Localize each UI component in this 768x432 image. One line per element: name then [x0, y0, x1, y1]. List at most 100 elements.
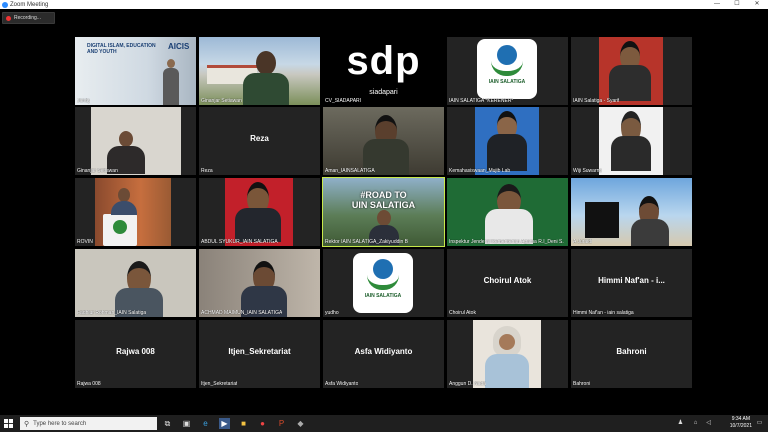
- participant-tile[interactable]: Asfa Widiyanto Asfa Widiyanto: [323, 320, 444, 388]
- participant-name: Fadhlur Rohman_IAIN Salatiga: [77, 310, 147, 316]
- network-icon[interactable]: ⌂: [690, 418, 701, 429]
- search-icon: ⚲: [24, 420, 30, 428]
- podium-logo-icon: [113, 220, 127, 234]
- participant-name: Himmi Naf'an - iain salatiga: [573, 310, 634, 316]
- participant-name: Rektor IAIN SALATIGA_Zakiyuddin B: [325, 239, 408, 245]
- participant-name: yudho: [325, 310, 339, 316]
- sdp-logo-subtitle: siadapari: [369, 89, 398, 96]
- kaaba-background: [585, 202, 619, 238]
- windows-start-icon[interactable]: [4, 419, 13, 428]
- maximize-button[interactable]: ☐: [730, 0, 744, 9]
- windows-taskbar: ⚲ Type here to search ⧉ ▣ e ▶ ■ ● P ◆ ♟ …: [0, 415, 768, 432]
- participant-tile[interactable]: Reza Reza: [199, 107, 320, 175]
- zoom-taskbar-icon[interactable]: ▶: [219, 418, 230, 429]
- podium: [103, 214, 137, 246]
- chrome-icon[interactable]: ●: [257, 418, 268, 429]
- participant-name: Itjen_Sekretariat: [201, 381, 238, 387]
- slide-title: AICIS: [168, 42, 190, 51]
- sdp-logo: sdp: [346, 39, 421, 83]
- participant-display-name: Itjen_Sekretariat: [228, 347, 291, 356]
- participant-tile[interactable]: DIGITAL ISLAM, EDUCATION AND YOUTH AICIS…: [75, 37, 196, 105]
- participant-tile[interactable]: IAIN SALATIGA IAIN SALATIGA *KERENER*: [447, 37, 568, 105]
- participant-name: IAIN Salatiga - Syarif: [573, 98, 620, 104]
- participant-tile[interactable]: Choirul Atok Choirul Atok: [447, 249, 568, 317]
- iain-logo: IAIN SALATIGA: [477, 39, 537, 99]
- participant-display-name: Choirul Atok: [483, 276, 532, 285]
- banner-line-2: UIN SALATIGA: [351, 200, 416, 210]
- participant-tile[interactable]: ROVIN: [75, 178, 196, 246]
- participant-name: Kemahasiswaan_Mujib Lab: [449, 168, 511, 174]
- participant-tile[interactable]: Wiji Suwarno: [571, 107, 692, 175]
- file-explorer-icon[interactable]: ▣: [181, 418, 192, 429]
- participant-tile[interactable]: Aman_IAINSALATIGA: [323, 107, 444, 175]
- participant-name: CV_SIADAPARI: [325, 98, 362, 104]
- participant-name: Aman_IAINSALATIGA: [325, 168, 375, 174]
- wreath-icon: [367, 275, 399, 290]
- participant-tile[interactable]: Ginanjar Setiawan Ginanjar Setiawan: [75, 107, 196, 175]
- participant-tile-active-speaker[interactable]: #ROAD TO UIN SALATIGA Rektor IAIN SALATI…: [322, 177, 445, 247]
- folder-icon[interactable]: ■: [238, 418, 249, 429]
- notification-icon[interactable]: ▭: [754, 418, 765, 429]
- participant-tile[interactable]: Fadhlur Rohman_IAIN Salatiga: [75, 249, 196, 317]
- participant-tile[interactable]: Kemahasiswaan_Mujib Lab: [447, 107, 568, 175]
- participant-tile[interactable]: A Juraidi: [571, 178, 692, 246]
- recording-label: Recording...: [14, 15, 41, 21]
- participant-display-name: Himmi Naf'an - i...: [598, 276, 665, 285]
- wreath-icon: [491, 61, 523, 76]
- app-icon[interactable]: ◆: [295, 418, 306, 429]
- minimize-button[interactable]: —: [710, 0, 724, 9]
- participant-name: Ginanjar Setiawan: [77, 168, 118, 174]
- close-button[interactable]: ✕: [750, 0, 764, 9]
- taskbar-search-input[interactable]: ⚲ Type here to search: [20, 417, 157, 430]
- volume-icon[interactable]: ◁: [703, 418, 714, 429]
- search-placeholder: Type here to search: [33, 420, 87, 427]
- window-titlebar: Zoom Meeting — ☐ ✕: [0, 0, 768, 9]
- participant-name: Choirul Atok: [449, 310, 476, 316]
- zoom-app-icon: [2, 1, 8, 8]
- recording-indicator[interactable]: Recording...: [2, 12, 55, 24]
- participant-name: Reza: [201, 168, 213, 174]
- logo-text: IAIN SALATIGA: [488, 79, 526, 85]
- participant-tile[interactable]: Rajwa 008 Rajwa 008: [75, 320, 196, 388]
- window-title: Zoom Meeting: [10, 1, 49, 8]
- participant-tile[interactable]: sdp siadapari CV_SIADAPARI: [323, 37, 444, 105]
- participant-tile[interactable]: Bahroni Bahroni: [571, 320, 692, 388]
- participant-name: Rajwa 008: [77, 381, 101, 387]
- participant-tile[interactable]: Himmi Naf'an - i... Himmi Naf'an - iain …: [571, 249, 692, 317]
- slide-subtitle: DIGITAL ISLAM, EDUCATION AND YOUTH: [87, 43, 156, 55]
- banner-line-1: #ROAD TO: [360, 190, 407, 200]
- participant-name: Bahroni: [573, 381, 591, 387]
- participant-name: Asfa Widiyanto: [325, 381, 359, 387]
- participant-name: ACHMAD MAIMUN_IAIN SALATIGA: [201, 310, 283, 316]
- participant-tile[interactable]: IAIN SALATIGA yudho: [323, 249, 444, 317]
- participant-name: IAIN SALATIGA *KERENER*: [449, 98, 514, 104]
- record-icon: [6, 15, 11, 21]
- participant-name: Jandy: [77, 98, 91, 104]
- participant-tile[interactable]: IAIN Salatiga - Syarif: [571, 37, 692, 105]
- logo-text: IAIN SALATIGA: [364, 293, 402, 299]
- task-view-icon[interactable]: ⧉: [162, 418, 173, 429]
- participant-tile[interactable]: ACHMAD MAIMUN_IAIN SALATIGA: [199, 249, 320, 317]
- participant-name: Ginanjar Setiawan: [201, 98, 242, 104]
- participant-tile[interactable]: Anggun D. Nada: [447, 320, 568, 388]
- participant-name: Inspektur Jenderal Kementerian Agama R.I…: [449, 239, 564, 245]
- participant-tile[interactable]: ABDUL SYUKUR_IAIN SALATIGA: [199, 178, 320, 246]
- participant-tile[interactable]: Ginanjar Setiawan: [199, 37, 320, 105]
- clock-time: 9:34 AM: [731, 416, 751, 422]
- participant-tile[interactable]: Itjen_Sekretariat Itjen_Sekretariat: [199, 320, 320, 388]
- participant-tile[interactable]: Inspektur Jenderal Kementerian Agama R.I…: [447, 178, 568, 246]
- iain-logo: IAIN SALATIGA: [353, 253, 413, 313]
- participant-display-name: Asfa Widiyanto: [354, 347, 413, 356]
- participant-name: Anggun D. Nada: [449, 381, 486, 387]
- participant-display-name: Reza: [250, 134, 269, 143]
- edge-browser-icon[interactable]: e: [200, 418, 211, 429]
- participant-name: Wiji Suwarno: [573, 168, 603, 174]
- powerpoint-icon[interactable]: P: [276, 418, 287, 429]
- participant-display-name: Bahroni: [616, 347, 647, 356]
- system-clock[interactable]: 9:34 AM 10/7/2021: [730, 416, 752, 430]
- participant-name: A Juraidi: [573, 239, 593, 245]
- participant-name: ROVIN: [77, 239, 93, 245]
- clock-date: 10/7/2021: [729, 423, 752, 429]
- people-icon[interactable]: ♟: [675, 418, 686, 429]
- participant-name: ABDUL SYUKUR_IAIN SALATIGA: [201, 239, 278, 245]
